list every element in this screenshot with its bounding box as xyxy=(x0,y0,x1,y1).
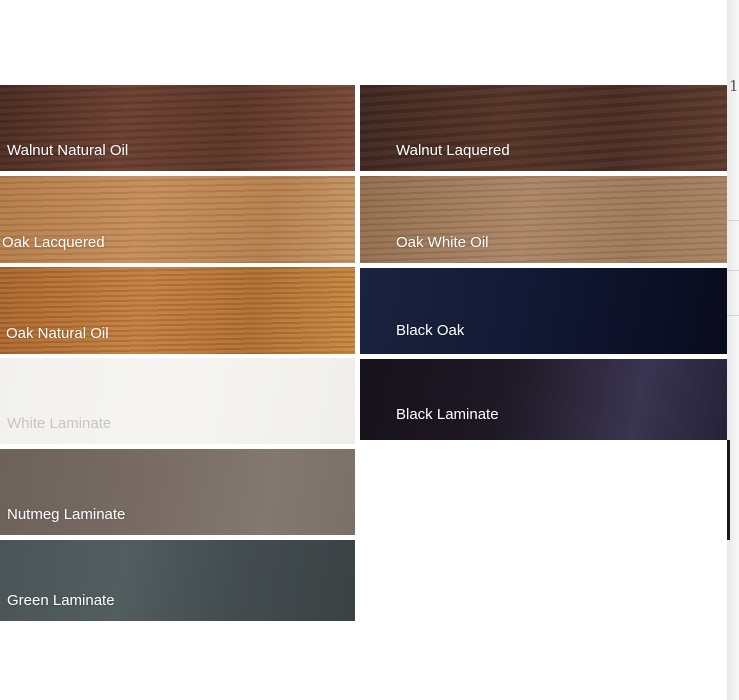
swatch-walnut-laquered[interactable]: Walnut Laquered xyxy=(360,85,727,171)
page-edge-divider xyxy=(727,315,739,316)
swatch-oak-natural-oil[interactable]: Oak Natural Oil xyxy=(0,267,355,354)
swatch-label: Black Laminate xyxy=(396,406,499,423)
swatch-walnut-natural-oil[interactable]: Walnut Natural Oil xyxy=(0,85,355,171)
swatch-black-laminate[interactable]: Black Laminate xyxy=(360,359,727,440)
page-edge-glyph: 1 xyxy=(729,77,739,95)
swatch-green-laminate[interactable]: Green Laminate xyxy=(0,540,355,621)
swatch-black-oak[interactable]: Black Oak xyxy=(360,268,727,354)
swatch-label: Oak Lacquered xyxy=(2,234,105,251)
swatch-nutmeg-laminate[interactable]: Nutmeg Laminate xyxy=(0,449,355,535)
swatch-label: Green Laminate xyxy=(7,592,115,609)
swatch-label: White Laminate xyxy=(7,415,112,432)
swatch-label: Oak White Oil xyxy=(396,234,489,251)
swatch-oak-white-oil[interactable]: Oak White Oil xyxy=(360,176,727,263)
swatch-label: Walnut Laquered xyxy=(396,142,510,159)
page-edge xyxy=(727,0,739,700)
swatch-oak-lacquered[interactable]: Oak Lacquered xyxy=(0,176,355,263)
swatch-label: Nutmeg Laminate xyxy=(7,506,126,523)
swatch-white-laminate[interactable]: White Laminate xyxy=(0,358,355,444)
page-edge-scroll-mark xyxy=(727,440,730,540)
page-edge-divider xyxy=(727,270,739,271)
page-edge-divider xyxy=(727,220,739,221)
swatch-label: Oak Natural Oil xyxy=(6,325,109,342)
swatch-label: Black Oak xyxy=(396,322,465,339)
swatch-label: Walnut Natural Oil xyxy=(7,142,129,159)
